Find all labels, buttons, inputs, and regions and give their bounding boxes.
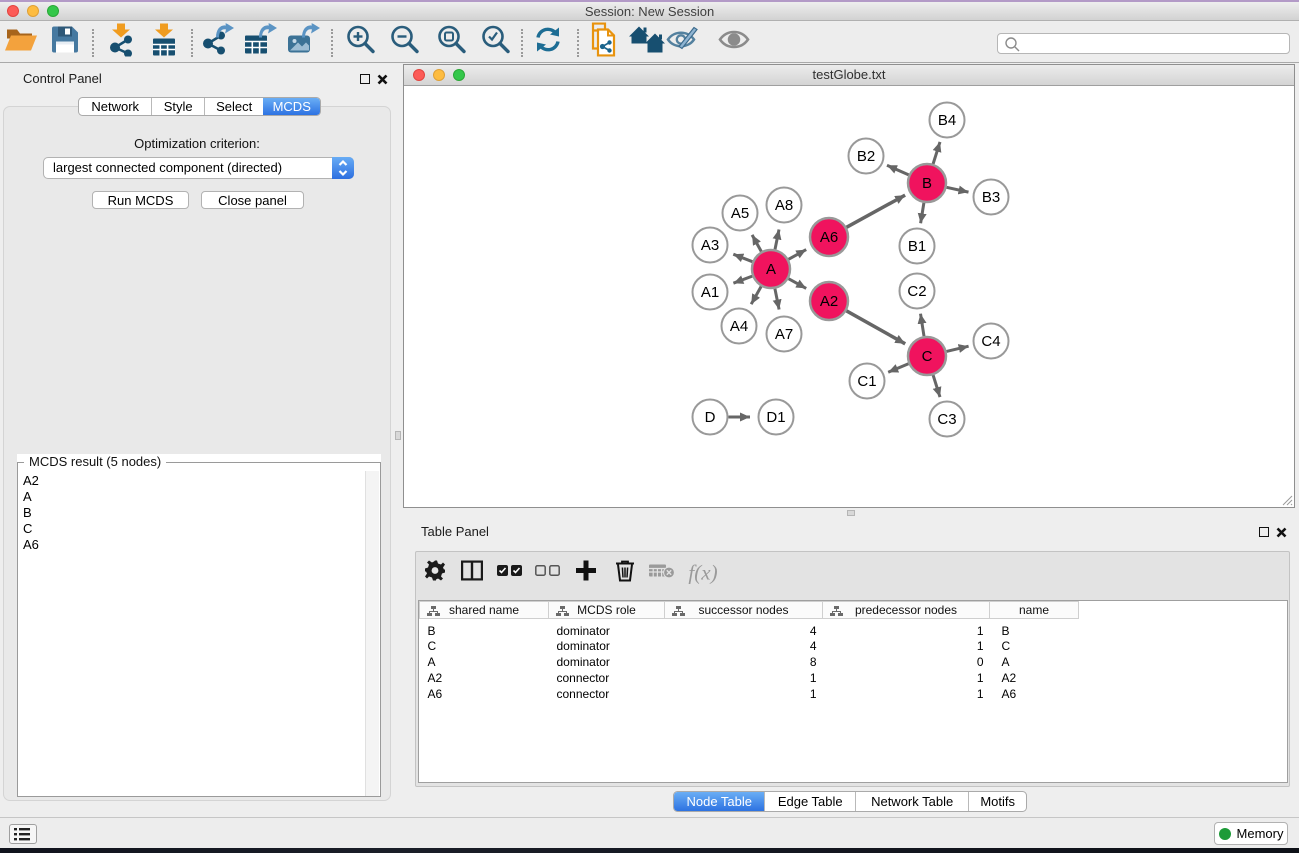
svg-text:D1: D1 xyxy=(766,409,785,426)
svg-text:A8: A8 xyxy=(775,197,793,214)
svg-text:C3: C3 xyxy=(937,411,956,428)
svg-text:B3: B3 xyxy=(982,189,1000,206)
svg-text:A2: A2 xyxy=(820,293,838,310)
svg-text:B1: B1 xyxy=(908,238,926,255)
svg-text:A4: A4 xyxy=(730,318,748,335)
svg-text:C: C xyxy=(922,348,933,365)
svg-text:A1: A1 xyxy=(701,284,719,301)
svg-text:B4: B4 xyxy=(938,112,956,129)
svg-text:A5: A5 xyxy=(731,205,749,222)
svg-text:C1: C1 xyxy=(857,373,876,390)
svg-text:A: A xyxy=(766,261,776,278)
svg-text:B: B xyxy=(922,175,932,192)
svg-text:A6: A6 xyxy=(820,229,838,246)
svg-text:C2: C2 xyxy=(907,283,926,300)
svg-text:D: D xyxy=(705,409,716,426)
svg-text:C4: C4 xyxy=(981,333,1000,350)
svg-text:A3: A3 xyxy=(701,237,719,254)
svg-text:B2: B2 xyxy=(857,148,875,165)
svg-text:A7: A7 xyxy=(775,326,793,343)
